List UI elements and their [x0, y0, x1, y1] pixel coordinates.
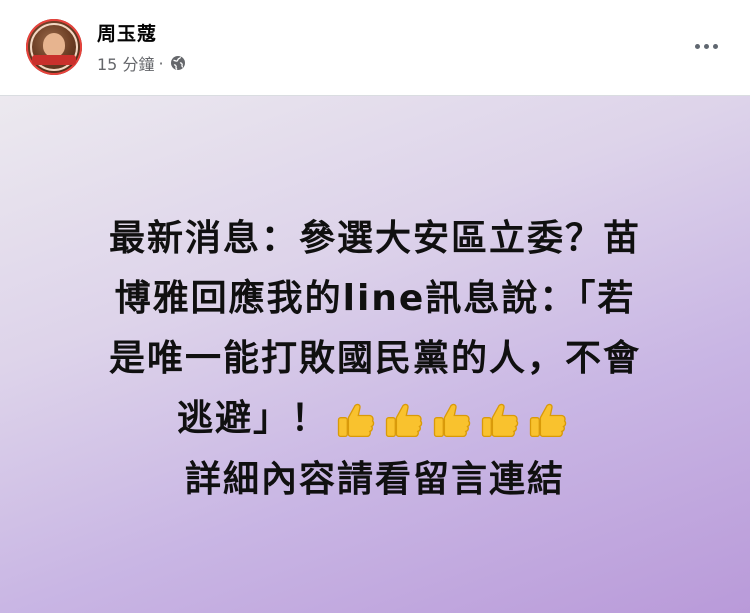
more-dot — [712, 43, 718, 49]
post-meta: 15 分鐘 · — [97, 51, 186, 75]
post-time[interactable]: 15 分鐘 — [97, 51, 154, 75]
post-text-line: 詳細內容請看留言連結 — [184, 459, 565, 500]
post-text-line: 最新消息：參選大安區立委？苗 — [108, 218, 641, 259]
thumbs-up-emoji — [333, 399, 381, 440]
more-options-button[interactable] — [688, 32, 724, 60]
post-content-card[interactable]: 最新消息：參選大安區立委？苗 博雅回應我的line訊息說：「若 是唯一能打敗國民… — [0, 96, 750, 613]
post-text-line: 博雅回應我的line訊息說：「若 — [114, 278, 636, 319]
more-dot — [703, 43, 709, 49]
author-avatar[interactable] — [26, 19, 82, 75]
thumbs-up-emoji — [429, 399, 477, 440]
avatar-face — [43, 33, 65, 57]
thumbs-up-emoji — [381, 399, 429, 440]
post-text-line: 是唯一能打敗國民黨的人，不會 — [108, 338, 641, 379]
thumbs-up-emoji — [477, 399, 525, 440]
meta-separator: · — [158, 53, 164, 73]
post-header: 周玉蔻 15 分鐘 · — [0, 0, 750, 96]
post-text: 最新消息：參選大安區立委？苗 博雅回應我的line訊息說：「若 是唯一能打敗國民… — [40, 209, 710, 510]
post-text-line: 逃避」！ — [176, 398, 329, 439]
post-text-line-with-emoji: 逃避」！ — [40, 389, 710, 450]
more-dot — [694, 43, 700, 49]
avatar-band — [32, 55, 76, 65]
author-name[interactable]: 周玉蔻 — [97, 19, 157, 46]
thumbs-up-emoji-group — [333, 390, 573, 450]
thumbs-up-emoji — [525, 399, 573, 440]
globe-icon[interactable] — [170, 55, 186, 71]
